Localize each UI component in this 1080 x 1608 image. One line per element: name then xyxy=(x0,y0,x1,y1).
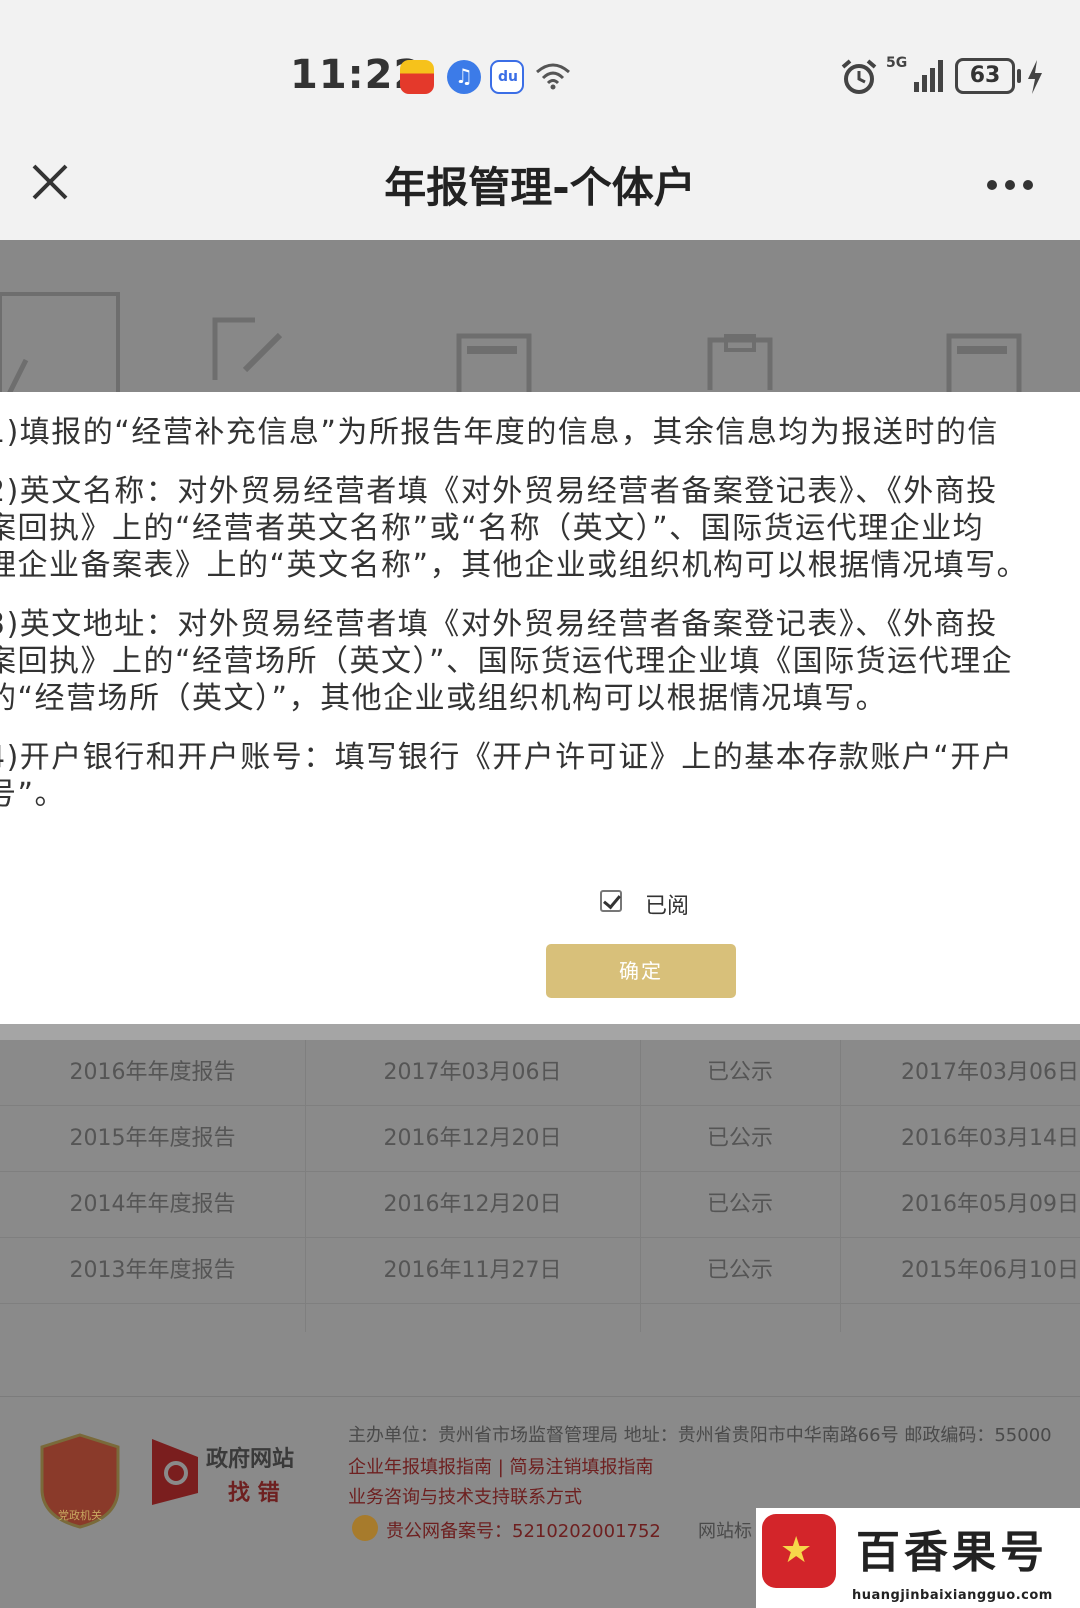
gov-badge-text: 政府网站 xyxy=(206,1447,295,1472)
battery-icon: 63 xyxy=(955,58,1015,94)
note-line: 号”。 xyxy=(0,777,67,812)
note-line: 4)开户银行和开户账号：填写银行《开户许可证》上的基本存款账户“开户 xyxy=(0,740,1014,775)
watermark-title: 百香果号 xyxy=(856,1527,1048,1578)
note-line: 1)填报的“经营补充信息”为所报告年度的信息，其余信息均为报送时的信 xyxy=(0,415,999,450)
charging-icon xyxy=(1028,60,1042,94)
page-title: 年报管理-个体户 xyxy=(384,163,696,212)
document-icon xyxy=(456,333,532,392)
status-cell: 已公示 xyxy=(706,1258,773,1283)
footer-guide-links[interactable]: 企业年报填报指南 | 简易注销填报指南 xyxy=(348,1453,654,1479)
police-badge-icon xyxy=(352,1515,378,1541)
read-checkbox[interactable] xyxy=(600,890,622,912)
footer-support-link[interactable]: 业务咨询与技术支持联系方式 xyxy=(348,1483,582,1509)
edit-icon xyxy=(0,292,120,392)
filing-notes: 1)填报的“经营补充信息”为所报告年度的信息，其余信息均为报送时的信 2)英文名… xyxy=(0,414,1080,835)
submit-date-cell: 2016年12月20日 xyxy=(383,1192,562,1217)
watermark-url: huangjinbaixiangguo.com xyxy=(852,1588,1053,1603)
note-line: 案回执》上的“经营场所（英文）”、国际货运代理企业填《国际货运代理企 xyxy=(0,644,1014,679)
watermark: 百香果号 huangjinbaixiangguo.com xyxy=(756,1508,1080,1608)
baidu-app-icon xyxy=(490,60,524,94)
note-line: 的“经营场所（英文）”，其他企业或组织机构可以根据情况填写。 xyxy=(0,681,888,716)
footer-sponsor: 主办单位：贵州省市场监督管理局 地址：贵州省贵阳市中华南路66号 邮政编码：55… xyxy=(348,1425,1052,1446)
table-divider xyxy=(305,1040,306,1332)
battery-tip xyxy=(1017,69,1021,83)
table-divider xyxy=(840,1040,841,1332)
report-year-cell: 2016年年度报告 xyxy=(69,1060,236,1085)
publish-date-cell: 2017年03月06日 xyxy=(901,1060,1079,1085)
modal-bottom-edge xyxy=(0,1024,1080,1040)
publish-date-cell: 2015年06月10日 xyxy=(901,1258,1079,1283)
table-divider xyxy=(640,1040,641,1332)
wifi-icon xyxy=(536,63,570,90)
submit-date-cell: 2016年12月20日 xyxy=(383,1126,562,1151)
list-icon xyxy=(946,333,1022,392)
party-badge-text: 党政机关 xyxy=(58,1508,102,1522)
app-notification-icon xyxy=(400,60,434,94)
report-year-cell: 2014年年度报告 xyxy=(69,1192,236,1217)
report-year-cell: 2015年年度报告 xyxy=(69,1126,236,1151)
note-line: 案回执》上的“经营者英文名称”或“名称（英文）”、国际货运代理企业均 xyxy=(0,511,985,546)
music-app-icon xyxy=(447,60,481,94)
table-row: 2013年年度报告 2016年11月27日 已公示 2015年06月10日 xyxy=(0,1238,1080,1304)
network-type-label: 5G xyxy=(886,55,908,71)
report-year-cell: 2013年年度报告 xyxy=(69,1258,236,1283)
footer-beian[interactable]: 贵公网备案号：5210202001752 xyxy=(386,1517,661,1543)
footer-site-label: 网站标 xyxy=(698,1521,752,1542)
table-row: 2014年年度报告 2016年12月20日 已公示 2016年05月09日 xyxy=(0,1172,1080,1238)
report-icon xyxy=(707,334,773,390)
gov-site-error-badge[interactable]: 政府网站 找 错 xyxy=(150,1437,310,1517)
status-cell: 已公示 xyxy=(706,1060,773,1085)
alarm-icon xyxy=(841,59,877,94)
note-line: 2)英文名称：对外贸易经营者填《对外贸易经营者备案登记表》、《外商投 xyxy=(0,474,998,509)
status-bar: 11:22 5G 63 xyxy=(0,0,1080,140)
party-government-badge[interactable]: 党政机关 xyxy=(38,1433,122,1529)
annual-report-table: 2016年年度报告 2017年03月06日 已公示 2017年03月06日 20… xyxy=(0,1040,1080,1332)
note-line: 3)英文地址：对外贸易经营者填《对外贸易经营者备案登记表》、《外商投 xyxy=(0,607,998,642)
confirm-button[interactable]: 确定 xyxy=(546,944,736,998)
status-cell: 已公示 xyxy=(706,1192,773,1217)
more-options-icon[interactable] xyxy=(985,178,1035,192)
notice-modal: 1)填报的“经营补充信息”为所报告年度的信息，其余信息均为报送时的信 2)英文名… xyxy=(0,392,1080,1024)
table-row: 2015年年度报告 2016年12月20日 已公示 2016年03月14日 xyxy=(0,1106,1080,1172)
background-nav-icons xyxy=(0,240,1080,392)
table-row: 2016年年度报告 2017年03月06日 已公示 2017年03月06日 xyxy=(0,1040,1080,1106)
edit-form-icon xyxy=(212,317,283,380)
submit-date-cell: 2016年11月27日 xyxy=(383,1258,562,1283)
watermark-logo-icon xyxy=(762,1514,836,1588)
magnifier-icon xyxy=(152,1439,198,1505)
status-cell: 已公示 xyxy=(706,1126,773,1151)
signal-icon xyxy=(914,60,943,92)
title-bar: 年报管理-个体户 xyxy=(0,140,1080,240)
submit-date-cell: 2017年03月06日 xyxy=(383,1060,562,1085)
read-checkbox-label: 已阅 xyxy=(645,894,690,919)
publish-date-cell: 2016年03月14日 xyxy=(901,1126,1079,1151)
note-line: 理企业备案表》上的“英文名称”，其他企业或组织机构可以根据情况填写。 xyxy=(0,548,1029,583)
publish-date-cell: 2016年05月09日 xyxy=(901,1192,1079,1217)
gov-badge-subtext: 找 错 xyxy=(228,1481,280,1506)
